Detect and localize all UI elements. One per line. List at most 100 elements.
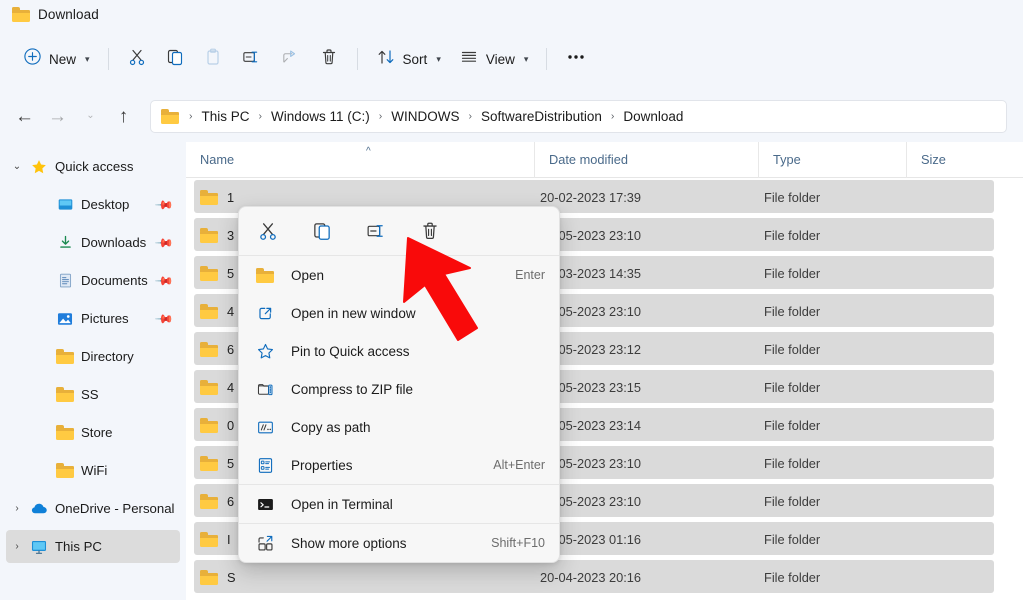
column-header-type[interactable]: Type: [758, 141, 906, 178]
context-menu-item-pin-to-quick-access[interactable]: Pin to Quick access: [239, 332, 559, 370]
sidebar-item-desktop[interactable]: Desktop 📌: [6, 188, 180, 221]
context-menu-item-properties[interactable]: Properties Alt+Enter: [239, 446, 559, 484]
chevron-right-icon[interactable]: ›: [6, 541, 28, 552]
cell-size: [912, 368, 1022, 406]
sidebar-item-store[interactable]: Store: [6, 416, 180, 449]
folder-icon: [56, 425, 74, 440]
sidebar-item-pictures[interactable]: Pictures 📌: [6, 302, 180, 335]
sidebar-item-downloads[interactable]: Downloads 📌: [6, 226, 180, 259]
cell-size: [912, 444, 1022, 482]
chevron-down-icon: ▾: [523, 53, 529, 64]
cut-button[interactable]: [118, 41, 156, 77]
column-header-date-modified[interactable]: Date modified: [534, 141, 758, 178]
view-label: View: [485, 51, 515, 67]
file-name-label: 3: [227, 227, 235, 243]
pin-icon[interactable]: 📌: [154, 232, 174, 252]
file-explorer-window: Download New ▾ Sort ▾ View ▾ ← → ⌄ ↑ › T…: [0, 0, 1023, 600]
new-button[interactable]: New ▾: [14, 41, 99, 77]
chevron-right-icon[interactable]: ›: [6, 503, 28, 514]
sidebar-item-this-pc[interactable]: › This PC: [6, 530, 180, 563]
folder-icon: [200, 417, 218, 433]
folder-icon: [12, 6, 30, 22]
cell-date-modified: 20-02-2023 17:39: [540, 189, 642, 205]
pin-icon[interactable]: 📌: [154, 270, 174, 290]
cell-size: [912, 558, 1022, 596]
context-menu-item-accelerator: Alt+Enter: [493, 458, 545, 472]
context-rename-button[interactable]: [361, 216, 391, 246]
sidebar-item-directory[interactable]: Directory: [6, 340, 180, 373]
folder-icon: [200, 379, 218, 395]
back-button[interactable]: ←: [8, 100, 41, 133]
sidebar-item-onedrive-personal[interactable]: › OneDrive - Personal: [6, 492, 180, 525]
breadcrumb-item-softwaredistribution[interactable]: SoftwareDistribution: [476, 107, 607, 126]
ellipsis-icon: [565, 47, 587, 72]
cell-type: File folder: [764, 189, 821, 205]
column-header-size-label: Size: [921, 152, 946, 167]
view-button[interactable]: View ▾: [450, 41, 538, 77]
context-copy-button[interactable]: [307, 216, 337, 246]
column-header-type-label: Type: [773, 152, 801, 167]
context-menu-item-compress-to-zip-file[interactable]: Compress to ZIP file: [239, 370, 559, 408]
sort-button[interactable]: Sort ▾: [367, 41, 450, 77]
sidebar-item-label: OneDrive - Personal: [55, 501, 175, 516]
context-cut-button[interactable]: [253, 216, 283, 246]
sidebar-item-wifi[interactable]: WiFi: [6, 454, 180, 487]
pin-icon[interactable]: 📌: [154, 308, 174, 328]
folder-icon: [253, 267, 277, 283]
breadcrumb-separator: ›: [258, 110, 263, 122]
table-row[interactable]: S 20-04-2023 20:16 File folder: [186, 558, 1023, 596]
tab-title[interactable]: Download: [38, 7, 99, 22]
breadcrumb[interactable]: › This PC › Windows 11 (C:) › WINDOWS › …: [150, 99, 1007, 133]
context-menu-item-label: Copy as path: [291, 419, 371, 435]
zip-folder-icon: [253, 380, 277, 399]
copy-button[interactable]: [156, 41, 194, 77]
navigation-pane: ⌄ Quick access Desktop 📌 Downloads 📌 Documents…: [0, 142, 186, 600]
desktop-icon: [54, 196, 76, 213]
star-icon: [28, 158, 50, 176]
sidebar-item-documents[interactable]: Documents 📌: [6, 264, 180, 297]
chevron-down-icon[interactable]: ⌄: [6, 161, 28, 172]
paste-button[interactable]: [194, 41, 232, 77]
context-menu-item-open-in-new-window[interactable]: Open in new window: [239, 294, 559, 332]
breadcrumb-separator: ›: [468, 110, 473, 122]
folder-icon: [200, 303, 218, 319]
column-header-size[interactable]: Size: [906, 141, 1023, 178]
context-menu-item-copy-as-path[interactable]: Copy as path: [239, 408, 559, 446]
share-icon: [280, 47, 301, 72]
breadcrumb-item-windows-11-c[interactable]: Windows 11 (C:): [266, 107, 375, 126]
delete-button[interactable]: [310, 41, 348, 77]
trash-icon: [319, 47, 339, 72]
toolbar: New ▾ Sort ▾ View ▾: [0, 28, 1023, 90]
more-options-button[interactable]: [556, 41, 596, 77]
cell-type: File folder: [764, 569, 821, 585]
rename-button[interactable]: [232, 41, 271, 77]
file-name-label: 6: [227, 493, 235, 509]
context-menu-item-accelerator: Shift+F10: [491, 536, 545, 550]
arrow-up-icon: ↑: [118, 105, 129, 127]
breadcrumb-item-download[interactable]: Download: [618, 107, 688, 126]
file-name-label: 5: [227, 265, 235, 281]
sidebar-item-quick-access[interactable]: ⌄ Quick access: [6, 150, 180, 183]
context-menu-item-open-in-terminal[interactable]: Open in Terminal: [239, 485, 559, 523]
forward-button[interactable]: →: [41, 100, 74, 133]
sidebar-item-ss[interactable]: SS: [6, 378, 180, 411]
context-menu-icon-bar: [239, 207, 559, 255]
file-name-label: 4: [227, 379, 235, 395]
star-outline-icon: [253, 342, 277, 361]
context-menu-item-show-more-options[interactable]: Show more options Shift+F10: [239, 524, 559, 562]
share-button[interactable]: [271, 41, 310, 77]
context-menu-item-label: Open in new window: [291, 305, 416, 321]
context-delete-button[interactable]: [415, 216, 445, 246]
recent-locations-button[interactable]: ⌄: [74, 100, 107, 133]
cell-type: File folder: [764, 379, 821, 395]
pin-icon[interactable]: 📌: [154, 194, 174, 214]
breadcrumb-item-this-pc[interactable]: This PC: [197, 107, 255, 126]
column-header-name[interactable]: Name ^: [186, 142, 534, 178]
cell-size: [912, 406, 1022, 444]
copy-icon: [165, 47, 185, 72]
up-button[interactable]: ↑: [107, 100, 140, 133]
context-menu-item-open[interactable]: Open Enter: [239, 256, 559, 294]
cell-type: File folder: [764, 303, 821, 319]
breadcrumb-item-windows[interactable]: WINDOWS: [386, 107, 464, 126]
context-menu: Open Enter Open in new window Pin to Quick …: [238, 206, 560, 563]
